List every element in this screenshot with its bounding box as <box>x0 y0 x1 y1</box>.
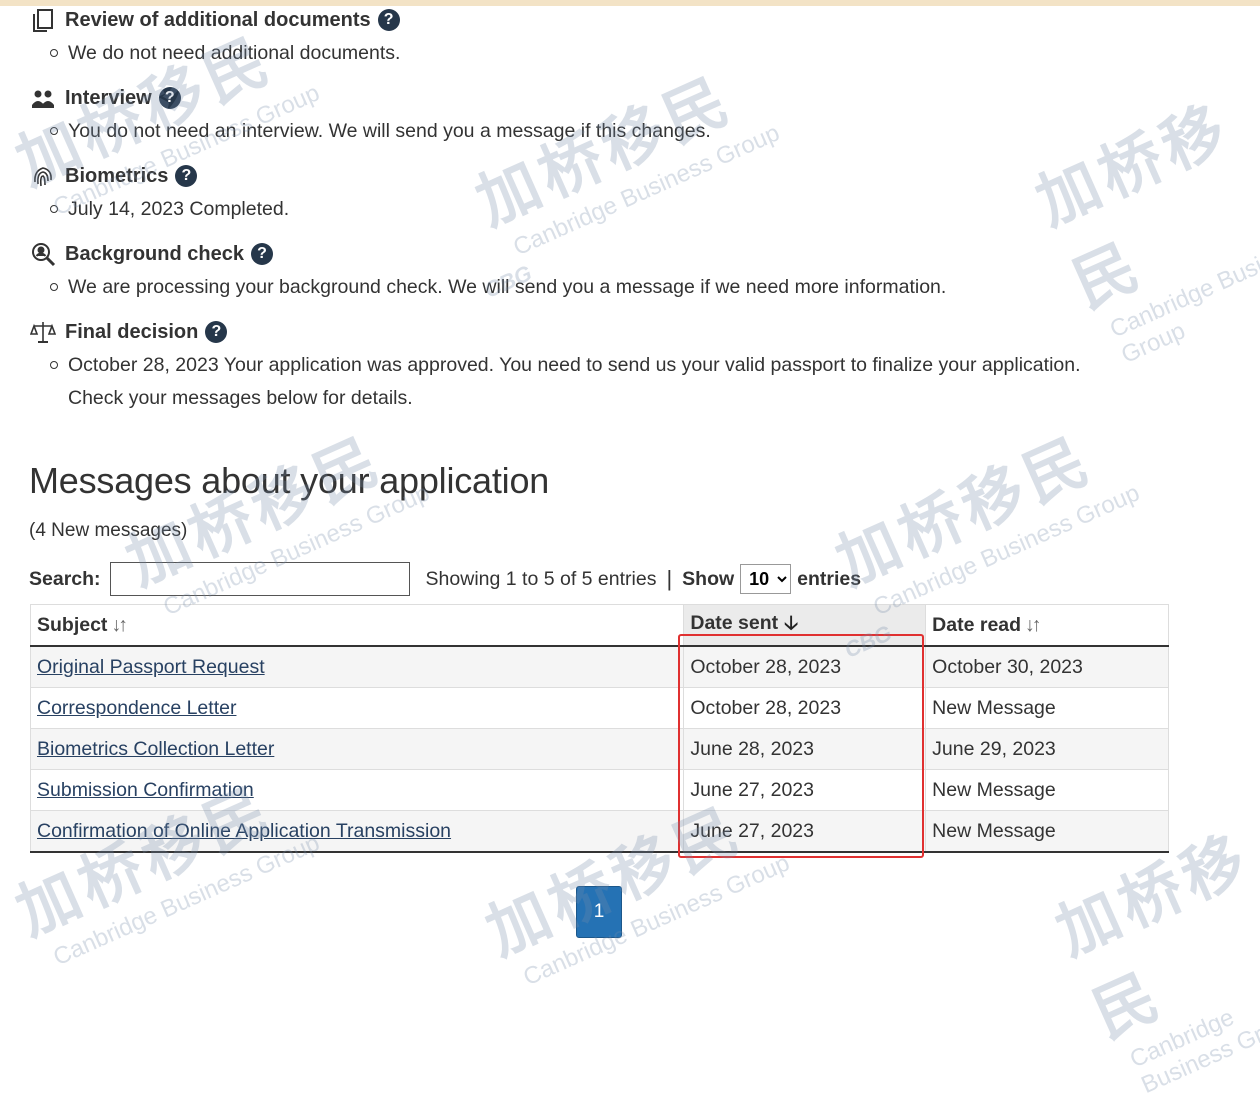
status-detail: July 14, 2023 Completed. <box>50 193 1230 226</box>
table-row: Original Passport Request October 28, 20… <box>29 646 1169 688</box>
status-title: Interview <box>65 86 152 109</box>
status-title: Background check <box>65 242 244 265</box>
column-label: Date read <box>932 613 1022 636</box>
documents-icon <box>30 7 56 33</box>
pagination-page-button[interactable]: 1 <box>576 886 622 938</box>
status-detail: We are processing your background check.… <box>50 271 1230 304</box>
column-label: Subject <box>37 613 108 636</box>
column-header-subject[interactable]: Subject ↓↑ <box>29 604 685 647</box>
entries-label: entries <box>797 567 862 590</box>
scales-icon <box>30 319 56 345</box>
fingerprint-icon <box>30 163 56 189</box>
table-row: Biometrics Collection Letter June 28, 20… <box>29 728 1169 770</box>
new-messages-count: (4 New messages) <box>29 520 188 541</box>
search-label: Search: <box>29 567 101 590</box>
watermark-sub: Canbridge Business Group <box>1126 1003 1260 1099</box>
help-icon[interactable]: ? <box>377 9 400 31</box>
table-row: Correspondence Letter October 28, 2023 N… <box>29 687 1169 729</box>
status-detail-line: October 28, 2023 Your application was ap… <box>68 354 1081 376</box>
table-toolbar: Search: Showing 1 to 5 of 5 entries | Sh… <box>29 560 861 598</box>
date-sent-cell: June 27, 2023 <box>683 810 927 853</box>
status-title: Final decision <box>65 320 199 343</box>
subject-cell: Original Passport Request <box>29 646 685 688</box>
watermark-main: 加桥移民 <box>825 422 1104 600</box>
table-row: Submission Confirmation June 27, 2023 Ne… <box>29 769 1169 811</box>
status-detail-list: We do not need additional documents. <box>30 37 1230 70</box>
status-detail: We do not need additional documents. <box>50 37 1230 70</box>
date-read-cell: June 29, 2023 <box>925 728 1169 770</box>
date-sent-cell: October 28, 2023 <box>683 687 927 729</box>
column-label: Date sent <box>690 611 779 634</box>
date-sent-cell: June 27, 2023 <box>683 769 927 811</box>
sort-both-icon: ↓↑ <box>111 613 127 636</box>
help-icon[interactable]: ? <box>250 243 273 265</box>
date-sent-cell: June 28, 2023 <box>683 728 927 770</box>
help-icon[interactable]: ? <box>175 165 198 187</box>
sort-descending-icon: 🡣 <box>784 611 799 634</box>
sort-both-icon: ↓↑ <box>1025 613 1041 636</box>
status-detail-line: Check your messages below for details. <box>68 387 413 409</box>
show-label: Show <box>682 567 735 590</box>
message-link[interactable]: Confirmation of Online Application Trans… <box>37 820 451 842</box>
status-title: Review of additional documents <box>65 8 371 31</box>
help-icon[interactable]: ? <box>205 321 228 343</box>
interview-icon <box>30 85 56 111</box>
help-icon[interactable]: ? <box>158 87 181 109</box>
page-size-select[interactable]: 10 <box>740 564 792 594</box>
date-sent-cell: October 28, 2023 <box>683 646 927 688</box>
status-detail: You do not need an interview. We will se… <box>50 115 1230 148</box>
subject-cell: Correspondence Letter <box>29 687 685 729</box>
status-detail-list: We are processing your background check.… <box>30 271 1230 304</box>
messages-table: Subject ↓↑ Date sent 🡣 Date read ↓↑ Origina… <box>29 604 1169 853</box>
date-read-cell: New Message <box>925 687 1169 729</box>
date-read-cell: October 30, 2023 <box>925 646 1169 688</box>
message-link[interactable]: Correspondence Letter <box>37 697 236 719</box>
table-row: Confirmation of Online Application Trans… <box>29 810 1169 853</box>
background-check-icon <box>30 241 56 267</box>
subject-cell: Submission Confirmation <box>29 769 685 811</box>
watermark-sub: Canbridge Business Group <box>519 849 794 992</box>
status-detail-list: You do not need an interview. We will se… <box>30 115 1230 148</box>
status-title: Biometrics <box>65 164 169 187</box>
status-biometrics: Biometrics ? July 14, 2023 Completed. <box>30 161 1230 226</box>
subject-cell: Confirmation of Online Application Trans… <box>29 810 685 853</box>
message-link[interactable]: Original Passport Request <box>37 656 265 678</box>
status-detail-list: October 28, 2023 Your application was ap… <box>30 349 1230 415</box>
watermark-sub: Canbridge Business Group <box>869 479 1144 622</box>
message-link[interactable]: Submission Confirmation <box>37 779 254 801</box>
entries-info: Showing 1 to 5 of 5 entries <box>425 567 657 590</box>
status-final-decision: Final decision ? October 28, 2023 Your a… <box>30 317 1230 415</box>
status-detail: October 28, 2023 Your application was ap… <box>50 349 1230 415</box>
status-review-documents: Review of additional documents ? We do n… <box>30 5 1230 70</box>
column-header-date-read[interactable]: Date read ↓↑ <box>925 604 1169 647</box>
date-read-cell: New Message <box>925 769 1169 811</box>
date-read-cell: New Message <box>925 810 1169 853</box>
messages-heading: Messages about your application <box>29 460 550 501</box>
message-link[interactable]: Biometrics Collection Letter <box>37 738 274 760</box>
status-detail-list: July 14, 2023 Completed. <box>30 193 1230 226</box>
subject-cell: Biometrics Collection Letter <box>29 728 685 770</box>
status-interview: Interview ? You do not need an interview… <box>30 83 1230 148</box>
column-header-date-sent[interactable]: Date sent 🡣 <box>683 604 927 647</box>
status-background-check: Background check ? We are processing you… <box>30 239 1230 304</box>
toolbar-separator: | <box>666 566 673 591</box>
search-input[interactable] <box>109 562 410 596</box>
table-header-row: Subject ↓↑ Date sent 🡣 Date read ↓↑ <box>29 604 1169 647</box>
